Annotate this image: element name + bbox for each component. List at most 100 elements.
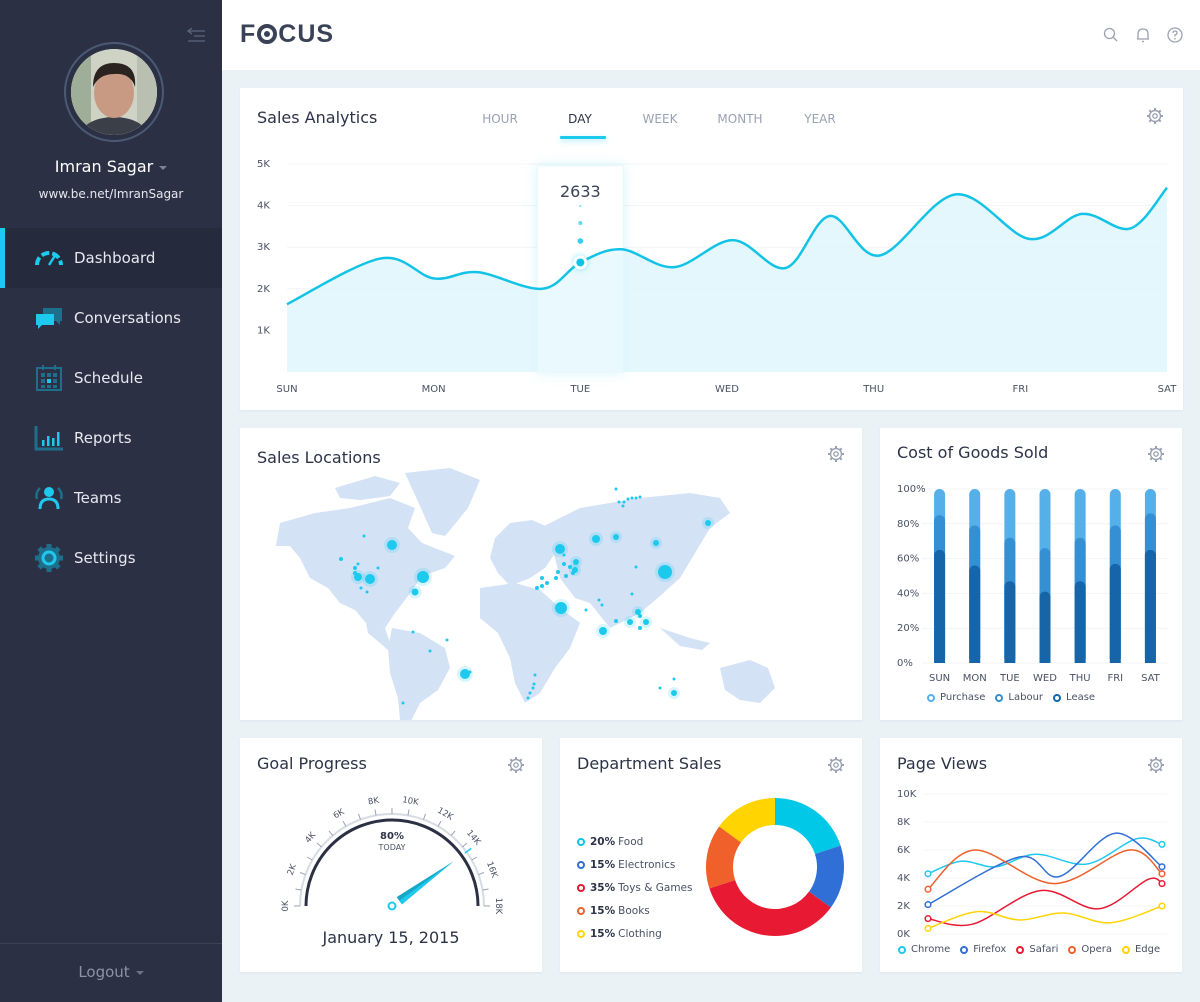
user-url[interactable]: www.be.net/ImranSagar: [0, 187, 222, 201]
location-marker[interactable]: [634, 565, 638, 569]
location-marker[interactable]: [663, 568, 667, 572]
location-marker[interactable]: [401, 701, 405, 705]
bar-segment-lease[interactable]: [1039, 591, 1051, 663]
location-marker[interactable]: [564, 574, 568, 578]
location-marker[interactable]: [359, 586, 363, 590]
location-marker[interactable]: [614, 619, 618, 623]
chart-legend: Chrome Firefox Safari Opera Edge: [898, 944, 1170, 955]
location-marker[interactable]: [658, 686, 662, 690]
legend-item[interactable]: Opera: [1068, 944, 1112, 955]
search-icon[interactable]: [1102, 26, 1120, 44]
bell-icon[interactable]: [1134, 26, 1152, 44]
location-marker[interactable]: [468, 670, 472, 674]
location-marker[interactable]: [555, 602, 567, 614]
location-marker[interactable]: [353, 571, 357, 575]
location-marker[interactable]: [411, 588, 419, 596]
location-marker[interactable]: [614, 487, 618, 491]
location-marker[interactable]: [643, 619, 649, 625]
bar-base: [1074, 657, 1086, 663]
legend-item[interactable]: Chrome: [898, 944, 950, 955]
x-tick-label: FRI: [1013, 384, 1029, 395]
sidebar-item-conversations[interactable]: Conversations: [0, 288, 222, 348]
location-marker[interactable]: [535, 586, 539, 590]
location-marker[interactable]: [672, 677, 676, 681]
location-marker[interactable]: [626, 497, 630, 501]
location-marker[interactable]: [356, 562, 360, 566]
donut-slice-food[interactable]: [775, 798, 841, 855]
location-marker[interactable]: [528, 691, 532, 695]
location-marker[interactable]: [658, 565, 672, 579]
legend-item[interactable]: Firefox: [960, 944, 1006, 955]
location-marker[interactable]: [562, 562, 566, 566]
location-marker[interactable]: [630, 496, 634, 500]
location-marker[interactable]: [353, 566, 357, 570]
location-marker[interactable]: [365, 590, 369, 594]
legend-item[interactable]: Edge: [1121, 944, 1160, 955]
legend-item[interactable]: Purchase: [927, 692, 985, 703]
location-marker[interactable]: [417, 571, 429, 583]
location-marker[interactable]: [622, 500, 626, 504]
avatar[interactable]: [71, 49, 157, 135]
location-marker[interactable]: [362, 534, 366, 538]
sidebar-item-dashboard[interactable]: Dashboard: [0, 228, 222, 288]
location-marker[interactable]: [599, 627, 607, 635]
location-marker[interactable]: [531, 686, 535, 690]
logout-button[interactable]: Logout: [0, 963, 222, 981]
collapse-menu-icon[interactable]: [186, 26, 206, 44]
location-marker[interactable]: [445, 638, 449, 642]
location-marker[interactable]: [592, 535, 600, 543]
user-name-dropdown[interactable]: Imran Sagar: [0, 157, 222, 176]
location-marker[interactable]: [428, 649, 432, 653]
bar-segment-lease[interactable]: [969, 565, 981, 663]
bar-segment-lease[interactable]: [1144, 549, 1156, 663]
sidebar-item-settings[interactable]: Settings: [0, 528, 222, 588]
bar-segment-lease[interactable]: [1109, 563, 1121, 663]
location-marker[interactable]: [621, 504, 625, 508]
bar-segment-lease[interactable]: [1004, 581, 1016, 663]
location-marker[interactable]: [533, 673, 537, 677]
location-marker[interactable]: [600, 603, 604, 607]
legend-item[interactable]: Lease: [1053, 692, 1095, 703]
location-marker[interactable]: [532, 682, 536, 686]
location-marker[interactable]: [705, 520, 711, 526]
location-marker[interactable]: [562, 553, 566, 557]
highlight-point[interactable]: [576, 258, 585, 267]
location-marker[interactable]: [411, 630, 415, 634]
location-marker[interactable]: [597, 598, 601, 602]
sidebar-item-schedule[interactable]: Schedule: [0, 348, 222, 408]
location-marker[interactable]: [571, 571, 575, 575]
location-marker[interactable]: [545, 581, 549, 585]
series-endpoint: [1158, 870, 1166, 878]
bar-segment-lease[interactable]: [1074, 581, 1086, 663]
location-marker[interactable]: [634, 496, 638, 500]
help-icon[interactable]: [1166, 26, 1184, 44]
location-marker[interactable]: [540, 584, 544, 588]
location-marker[interactable]: [613, 534, 619, 540]
location-marker[interactable]: [638, 495, 642, 499]
location-marker[interactable]: [671, 690, 677, 696]
location-marker[interactable]: [387, 540, 397, 550]
location-marker[interactable]: [630, 592, 634, 596]
location-marker[interactable]: [540, 576, 544, 580]
location-marker[interactable]: [460, 669, 470, 679]
app-logo[interactable]: F CUS: [240, 20, 334, 49]
sidebar-item-teams[interactable]: Teams: [0, 468, 222, 528]
location-marker[interactable]: [365, 574, 375, 584]
legend-item[interactable]: Labour: [995, 692, 1043, 703]
location-marker[interactable]: [376, 566, 380, 570]
location-marker[interactable]: [653, 540, 659, 546]
location-marker[interactable]: [554, 576, 558, 580]
bar-segment-lease[interactable]: [934, 549, 946, 663]
location-marker[interactable]: [584, 608, 588, 612]
location-marker[interactable]: [556, 570, 560, 574]
location-marker[interactable]: [627, 619, 633, 625]
location-marker[interactable]: [339, 557, 343, 561]
location-marker[interactable]: [617, 500, 621, 504]
legend-item[interactable]: Safari: [1016, 944, 1058, 955]
location-marker[interactable]: [638, 626, 642, 630]
location-marker[interactable]: [526, 696, 530, 700]
sidebar-item-reports[interactable]: Reports: [0, 408, 222, 468]
location-marker[interactable]: [555, 544, 565, 554]
location-marker[interactable]: [638, 614, 642, 618]
series-line-chrome[interactable]: [927, 837, 1163, 875]
